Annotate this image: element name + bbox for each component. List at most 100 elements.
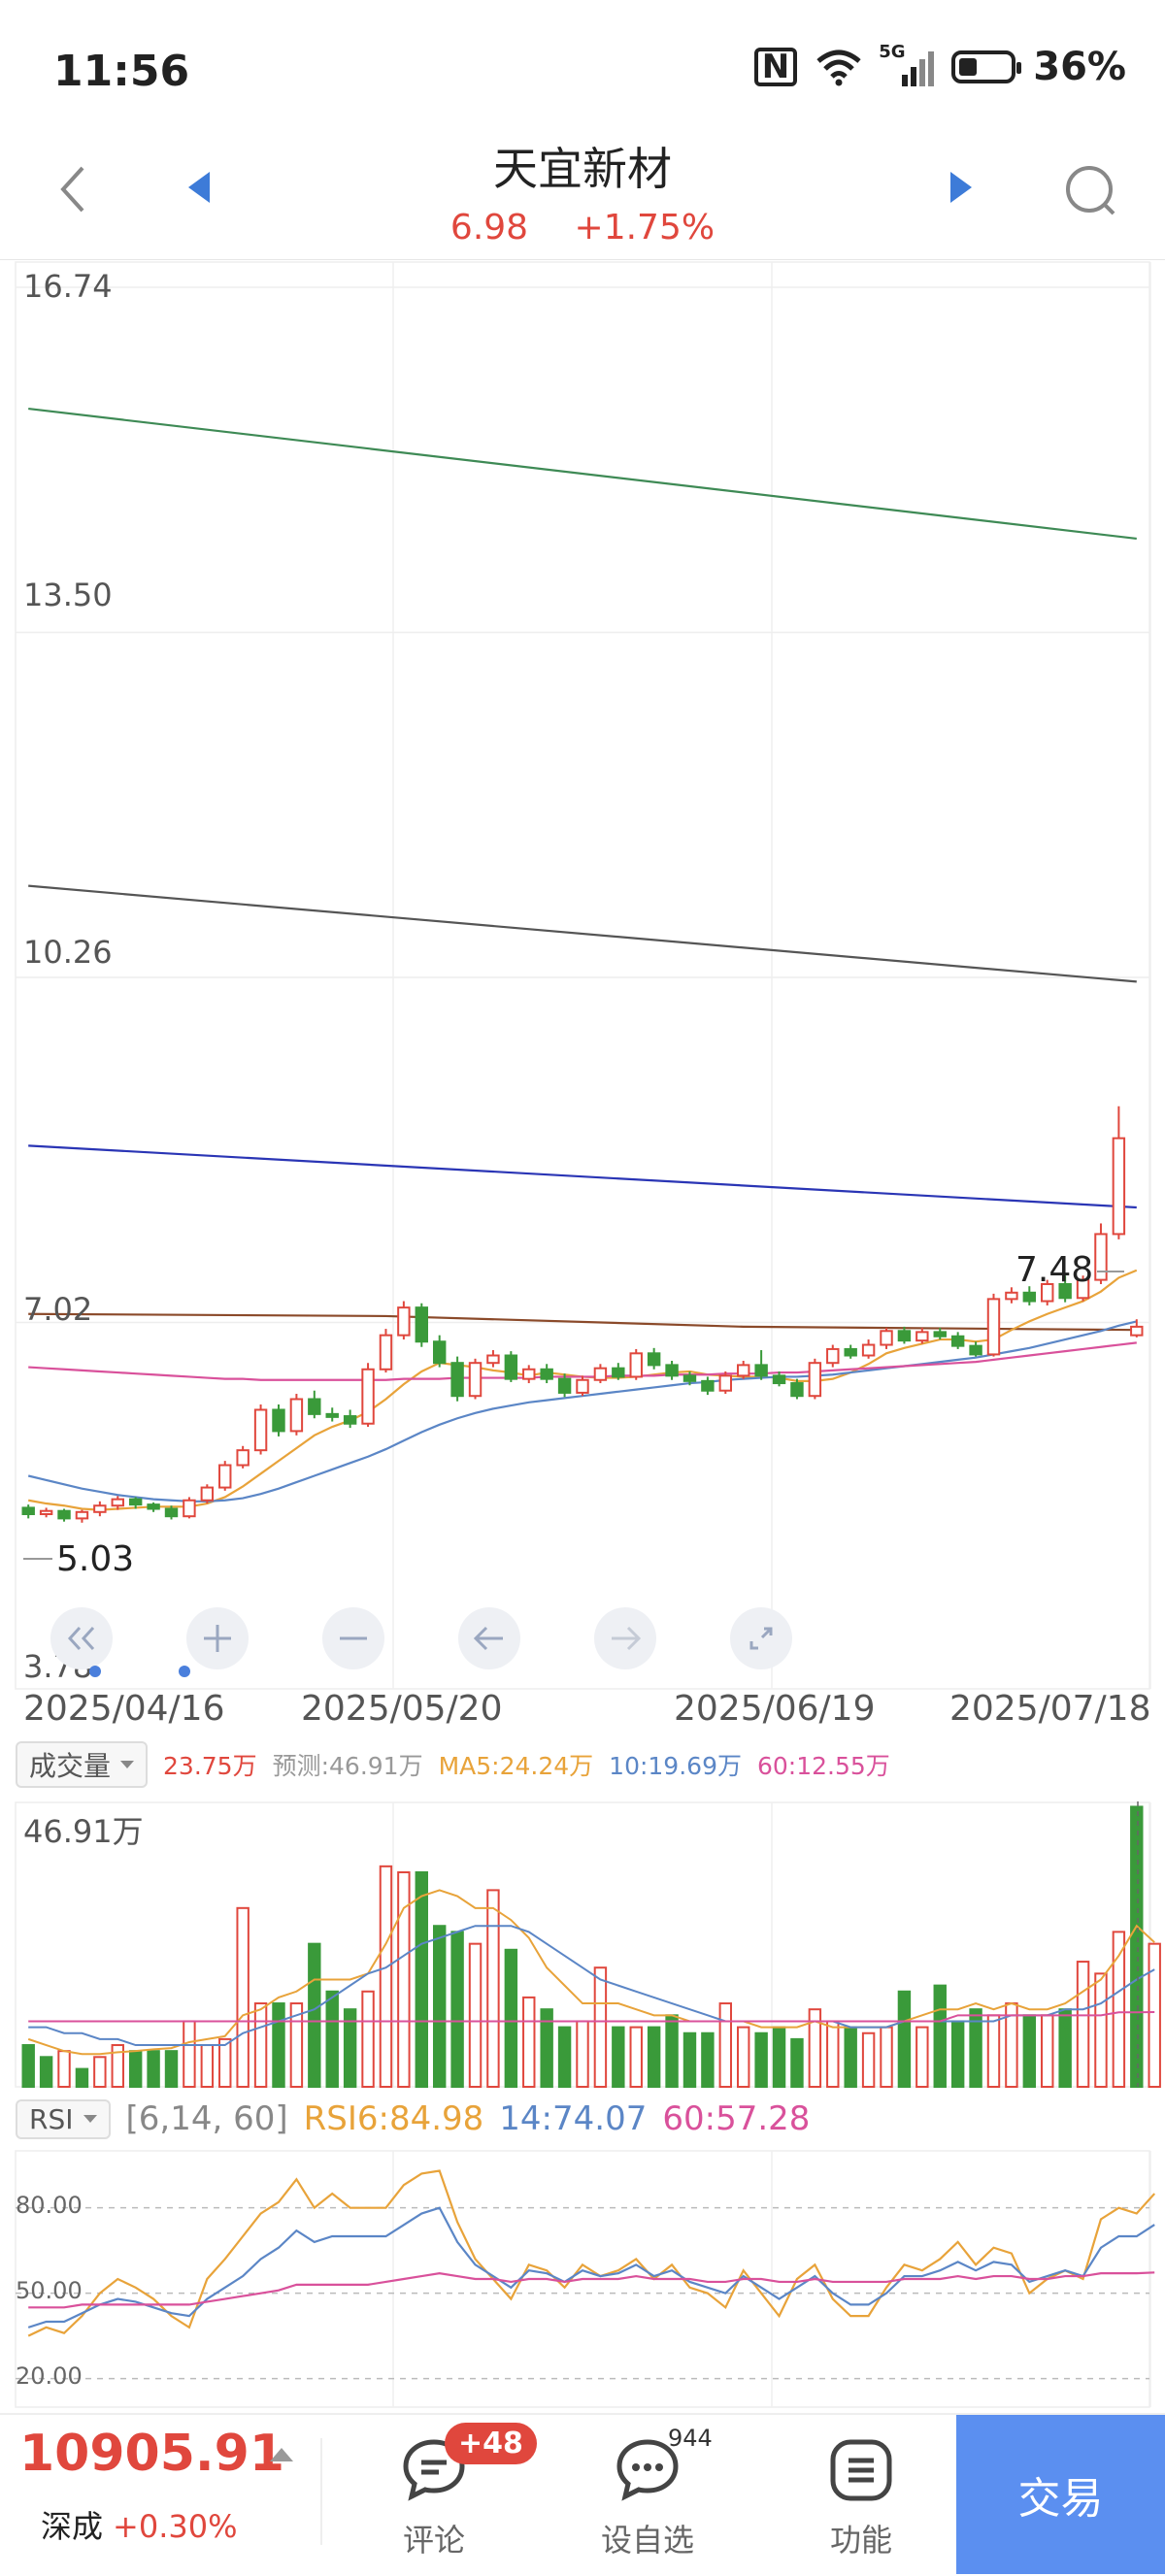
volume-bar <box>861 2031 876 2089</box>
volume-bar <box>915 2026 929 2089</box>
volume-bar <box>880 2026 893 2089</box>
candle-body <box>93 1504 107 1513</box>
status-icons: N 5G 36% <box>753 42 1126 89</box>
search-button[interactable] <box>1063 163 1121 221</box>
stock-price: 6.98 <box>449 208 529 248</box>
stock-change: +1.75% <box>574 208 716 248</box>
zoom-out-button[interactable] <box>322 1607 384 1669</box>
volume-ma-blue <box>28 1925 1155 2047</box>
volume-bar <box>665 2014 679 2088</box>
volume-ma60: 60:12.55万 <box>756 1752 890 1780</box>
wifi-icon <box>816 50 861 86</box>
volume-ma-pink <box>28 2010 1155 2023</box>
candle-body <box>128 1498 143 1506</box>
page-indicator-dot <box>89 1666 101 1677</box>
candle-body <box>1005 1291 1018 1301</box>
volume-bar <box>718 2002 733 2088</box>
trade-button[interactable]: 交易 <box>956 2415 1165 2574</box>
candle-body <box>379 1334 393 1371</box>
volume-bar <box>147 2050 160 2089</box>
fullscreen-button[interactable] <box>730 1607 792 1669</box>
candle-body <box>164 1507 179 1518</box>
stock-name: 天宜新材 <box>493 143 672 195</box>
volume-bar <box>1058 2008 1072 2088</box>
rsi-line-rsi60 <box>28 2271 1155 2309</box>
volume-bar <box>57 2050 71 2089</box>
indicator-selector-volume[interactable]: 成交量 <box>16 1741 149 1788</box>
expand-icon <box>749 1627 773 1650</box>
volume-bar <box>682 2031 697 2089</box>
volume-bar <box>629 2026 643 2089</box>
volume-bar <box>1094 1972 1108 2088</box>
index-info[interactable]: 深成 +0.30% <box>41 2502 237 2547</box>
y-tick-label: 16.74 <box>23 268 113 305</box>
volume-forecast: 预测:46.91万 <box>272 1752 423 1780</box>
candle-body <box>986 1298 1001 1356</box>
volume-bar <box>361 1990 375 2088</box>
volume-bar <box>593 1966 608 2088</box>
index-name: 深成 <box>41 2508 104 2545</box>
volume-bar <box>522 1996 536 2088</box>
rsi-level-label: 20.00 <box>16 2362 83 2390</box>
candle-body <box>1112 1137 1126 1236</box>
candle-body <box>665 1364 679 1377</box>
scroll-left-button[interactable] <box>458 1607 520 1669</box>
candle-body <box>933 1331 947 1338</box>
status-time: 11:56 <box>53 47 190 96</box>
candle-body <box>701 1379 715 1392</box>
candle-body <box>361 1368 375 1425</box>
index-up-arrow-icon <box>270 2448 293 2461</box>
trendline <box>28 407 1137 541</box>
zoom-in-button[interactable] <box>186 1607 249 1669</box>
candle-body <box>897 1330 912 1342</box>
volume-current: 23.75万 <box>163 1752 257 1780</box>
candle-body <box>415 1306 428 1343</box>
volume-legend: 成交量 23.75万 预测:46.91万 MA5:24.24万 10:19.69… <box>16 1741 890 1788</box>
rewind-button[interactable] <box>50 1607 113 1669</box>
candle-body <box>253 1408 268 1452</box>
rsi-params: [6,14, 60] <box>125 2099 288 2138</box>
arrow-left-icon <box>473 1626 503 1651</box>
scroll-right-button[interactable] <box>594 1607 656 1669</box>
battery-level: 36% <box>1033 45 1126 89</box>
y-tick-label: 7.02 <box>23 1291 93 1328</box>
date-label: 2025/07/18 <box>949 1689 1151 1729</box>
candle-body <box>432 1340 447 1365</box>
menu-icon <box>830 2439 892 2501</box>
volume-bar <box>200 2044 215 2089</box>
volume-bar <box>75 2067 89 2089</box>
chart-canvas[interactable] <box>0 260 1165 2415</box>
rsi-level-label: 50.00 <box>16 2277 83 2304</box>
index-value[interactable]: 10905.91 <box>19 2425 284 2483</box>
comment-label: 评论 <box>402 2522 465 2559</box>
volume-bar <box>504 1948 518 2089</box>
rsi-line-rsi6 <box>27 2169 1156 2337</box>
volume-bar <box>272 2002 285 2088</box>
volume-bar <box>236 1906 250 2088</box>
volume-ma-orange <box>27 1889 1155 2056</box>
function-button[interactable]: 功能 <box>788 2427 934 2562</box>
date-label: 2025/04/16 <box>23 1689 225 1729</box>
candle-body <box>844 1347 857 1357</box>
candle-body <box>504 1354 518 1380</box>
y-tick-label: 13.50 <box>23 577 113 613</box>
volume-bar <box>21 2044 35 2089</box>
indicator-selector-rsi[interactable]: RSI <box>16 2098 111 2139</box>
candle-body <box>486 1354 500 1365</box>
candle-body <box>183 1499 196 1518</box>
volume-ma10: 10:19.69万 <box>609 1752 742 1780</box>
next-stock-button[interactable] <box>947 170 976 205</box>
nfc-icon: N <box>753 48 798 86</box>
candle-body <box>772 1374 786 1385</box>
volume-bar <box>701 2031 715 2089</box>
rsi6-value: RSI6:84.98 <box>303 2099 484 2138</box>
candle-body <box>950 1335 965 1347</box>
volume-bar <box>308 1942 321 2089</box>
battery-icon <box>951 50 1022 83</box>
signal-icon: 5G <box>879 42 935 86</box>
selector-label: RSI <box>29 2102 74 2135</box>
volume-bar <box>897 1990 912 2088</box>
candle-body <box>468 1362 483 1398</box>
network-type: 5G <box>879 42 906 62</box>
candle-body <box>218 1464 232 1489</box>
